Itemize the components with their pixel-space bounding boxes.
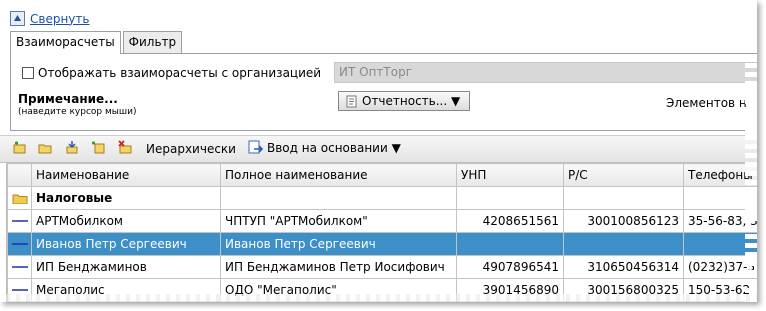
column-header-full-name[interactable]: Полное наименование <box>220 163 457 187</box>
move-to-folder-icon[interactable] <box>64 140 80 156</box>
cell-name: Налоговые <box>31 186 221 210</box>
column-header-icon[interactable] <box>7 163 32 187</box>
tab-bar: Взаиморасчеты Фильтр <box>10 31 184 54</box>
collapse-up-icon[interactable] <box>10 11 25 26</box>
hierarchy-button[interactable]: Иерархически <box>146 142 236 156</box>
element-icon <box>7 209 32 233</box>
cell-account <box>563 232 684 256</box>
cell-full-name <box>220 186 457 210</box>
cell-account: 310650456314 <box>563 255 684 279</box>
report-icon <box>346 95 357 107</box>
column-header-name[interactable]: Наименование <box>31 163 221 187</box>
cell-unp: 4907896541 <box>456 255 564 279</box>
cell-full-name: ИП Бенджаминов Петр Иосифович <box>220 255 457 279</box>
collapse-link[interactable]: Свернуть <box>30 12 89 26</box>
reports-button-label: Отчетность... ▼ <box>362 94 461 108</box>
counterparties-table: Наименование Полное наименование УНП Р/С… <box>6 163 757 302</box>
column-header-account[interactable]: Р/С <box>563 163 684 187</box>
show-settlements-label: Отображать взаиморасчеты с организацией <box>38 66 322 80</box>
cell-unp <box>456 232 564 256</box>
delete-icon[interactable] <box>117 140 133 156</box>
element-icon <box>7 232 32 256</box>
cell-name: Иванов Петр Сергеевич <box>31 232 221 256</box>
copy-icon[interactable] <box>90 140 106 156</box>
element-icon <box>7 255 32 279</box>
cell-full-name: ЧПТУП "АРТМобилком" <box>220 209 457 233</box>
cell-account <box>563 186 684 210</box>
table-row[interactable]: ИП Бенджаминов ИП Бенджаминов Петр Иосиф… <box>7 255 757 279</box>
tab-filter[interactable]: Фильтр <box>122 31 183 53</box>
tab-settlements[interactable]: Взаиморасчеты <box>10 31 121 54</box>
collapse-control[interactable]: Свернуть <box>10 11 89 26</box>
show-settlements-checkbox[interactable] <box>22 67 34 79</box>
folder-icon <box>7 186 32 210</box>
show-settlements-option[interactable]: Отображать взаиморасчеты с организацией <box>22 66 321 80</box>
elements-count-label: Элементов н <box>666 96 747 110</box>
table-row-selected[interactable]: Иванов Петр Сергеевич Иванов Петр Сергее… <box>7 232 757 256</box>
table-header-row: Наименование Полное наименование УНП Р/С… <box>7 163 757 187</box>
note-hint: (наведите курсор мыши) <box>18 107 137 117</box>
torn-edge-right <box>745 0 757 302</box>
table-row[interactable]: Налоговые <box>7 186 757 210</box>
input-basis-button[interactable]: Ввод на основании ▼ <box>248 140 401 156</box>
add-folder-icon[interactable] <box>37 140 53 156</box>
cell-account: 300100856123 <box>563 209 684 233</box>
note-title[interactable]: Примечание... <box>18 92 118 106</box>
add-icon[interactable] <box>11 140 27 156</box>
cell-name: АРТМобилком <box>31 209 221 233</box>
input-basis-label: Ввод на основании ▼ <box>267 141 401 155</box>
torn-edge-bottom <box>0 294 757 302</box>
cell-name: ИП Бенджаминов <box>31 255 221 279</box>
cell-unp <box>456 186 564 210</box>
column-header-unp[interactable]: УНП <box>456 163 564 187</box>
cell-unp: 4208651561 <box>456 209 564 233</box>
cell-full-name: Иванов Петр Сергеевич <box>220 232 457 256</box>
window-frame: Свернуть Взаиморасчеты Фильтр Отображать… <box>0 0 757 302</box>
reports-button[interactable]: Отчетность... ▼ <box>338 91 470 111</box>
input-basis-icon <box>248 140 264 154</box>
table-row[interactable]: АРТМобилком ЧПТУП "АРТМобилком" 42086515… <box>7 209 757 233</box>
organization-field[interactable]: ИТ ОптТорг <box>334 62 757 83</box>
